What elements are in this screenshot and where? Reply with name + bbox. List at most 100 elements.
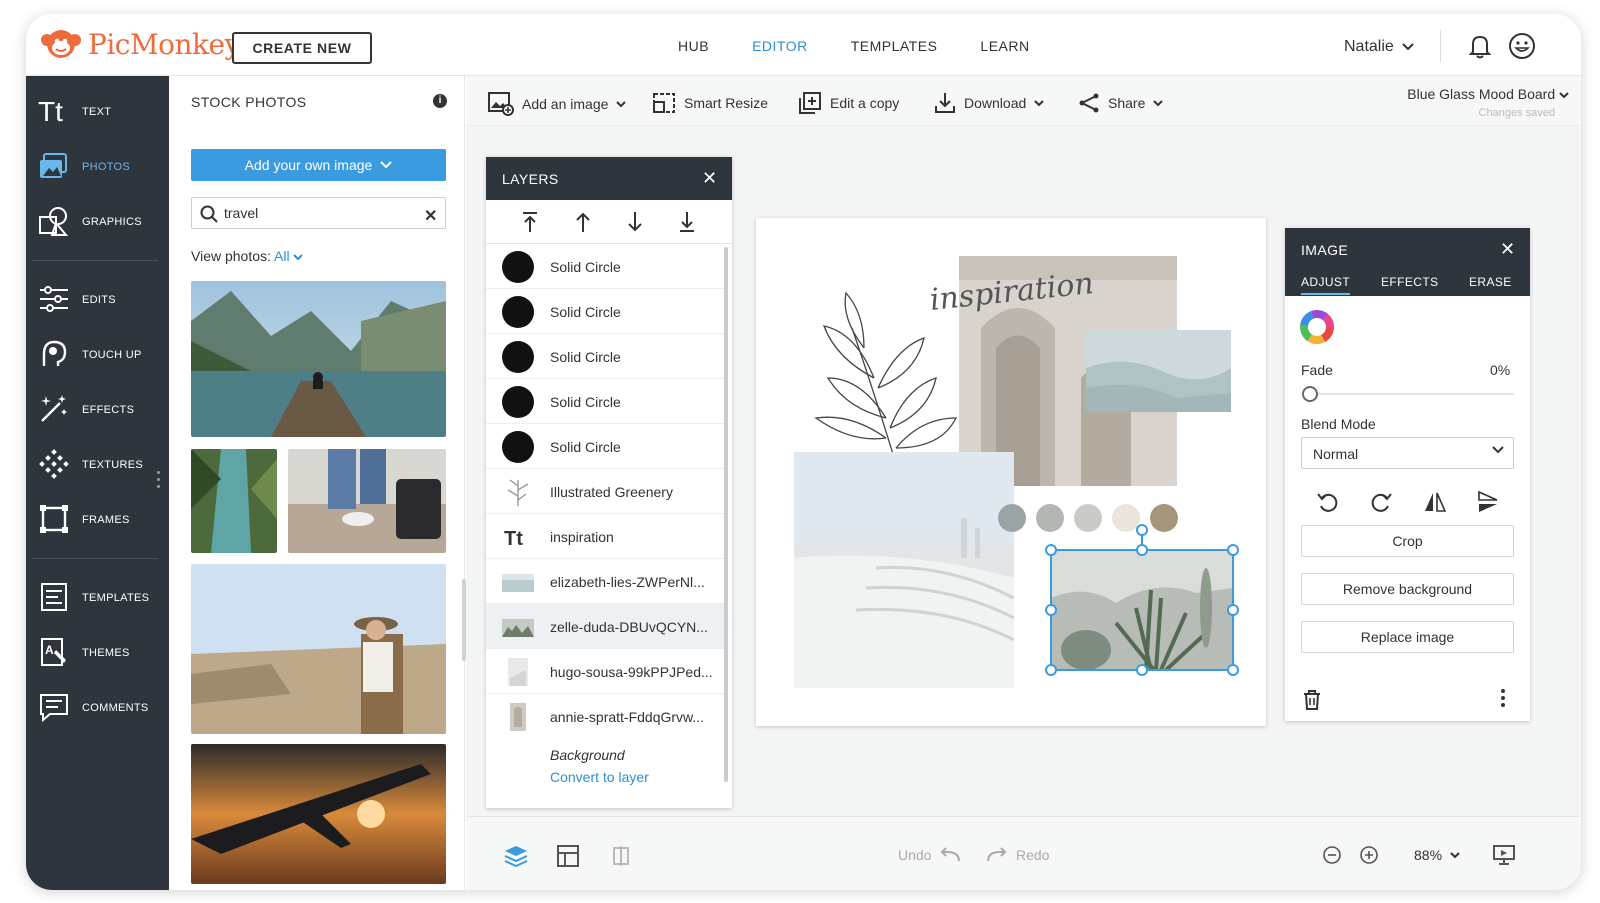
rail-item-edits[interactable]: EDITS xyxy=(26,275,169,325)
color-swatches[interactable] xyxy=(998,504,1178,532)
layer-row[interactable]: Solid Circle xyxy=(486,334,724,379)
download-button[interactable]: Download xyxy=(934,92,1044,114)
layer-row[interactable]: Illustrated Greenery xyxy=(486,469,724,514)
rotate-left-icon[interactable] xyxy=(1316,490,1340,514)
close-icon[interactable]: ✕ xyxy=(702,168,717,189)
add-own-label: Add your own image xyxy=(244,157,373,173)
undo-button[interactable]: Undo xyxy=(898,847,961,863)
smart-resize-button[interactable]: Smart Resize xyxy=(652,92,768,114)
design-canvas[interactable]: inspiration xyxy=(756,218,1266,726)
edit-copy-button[interactable]: Edit a copy xyxy=(798,92,899,114)
user-menu[interactable]: Natalie xyxy=(1344,38,1414,56)
grid-layout-icon[interactable] xyxy=(557,845,579,867)
layer-row-selected[interactable]: zelle-duda-DBUvQCYN... xyxy=(486,604,724,649)
replace-image-button[interactable]: Replace image xyxy=(1301,621,1514,653)
rail-item-frames[interactable]: FRAMES xyxy=(26,495,169,545)
zoom-level-dropdown[interactable]: 88% xyxy=(1414,847,1460,863)
color-swatch[interactable] xyxy=(1150,504,1178,532)
flip-horizontal-icon[interactable] xyxy=(1423,490,1447,514)
zoom-in-icon[interactable] xyxy=(1360,846,1378,864)
trash-icon[interactable] xyxy=(1303,690,1321,710)
stock-photo-luggage[interactable] xyxy=(288,449,446,553)
flip-vertical-icon[interactable] xyxy=(1476,490,1500,514)
info-icon[interactable]: i xyxy=(433,94,447,108)
stock-photo-river[interactable] xyxy=(191,449,277,553)
rail-item-themes[interactable]: A THEMES xyxy=(26,628,169,678)
rail-label-effects: EFFECTS xyxy=(82,404,135,416)
convert-to-layer-link[interactable]: Convert to layer xyxy=(550,769,649,785)
bell-icon[interactable] xyxy=(1466,32,1494,60)
bring-to-front-icon[interactable] xyxy=(522,211,538,233)
redo-button[interactable]: Redo xyxy=(986,847,1049,863)
split-view-icon[interactable] xyxy=(612,845,630,867)
clear-search-icon[interactable]: ✕ xyxy=(424,206,437,226)
stock-photo-lake[interactable] xyxy=(191,281,446,437)
crop-button[interactable]: Crop xyxy=(1301,525,1514,557)
cactus-photo[interactable] xyxy=(1051,550,1233,672)
amphitheater-photo[interactable] xyxy=(794,452,1015,688)
add-image-button[interactable]: Add an image xyxy=(488,92,627,116)
zoom-out-icon[interactable] xyxy=(1323,846,1341,864)
view-photos-dropdown[interactable]: All xyxy=(274,248,304,264)
account-smiley-icon[interactable] xyxy=(1508,32,1536,60)
nav-editor[interactable]: EDITOR xyxy=(752,38,808,54)
nav-learn[interactable]: LEARN xyxy=(980,38,1029,54)
rail-resize-handle[interactable] xyxy=(157,471,160,492)
rotate-right-icon[interactable] xyxy=(1369,490,1393,514)
rail-item-comments[interactable]: COMMENTS xyxy=(26,683,169,733)
layer-row[interactable]: Solid Circle xyxy=(486,424,724,469)
rail-item-touch-up[interactable]: TOUCH UP xyxy=(26,330,169,380)
greenery-thumbnail xyxy=(507,479,529,506)
layer-row[interactable]: annie-spratt-FddqGrvw... xyxy=(486,694,724,739)
rail-item-graphics[interactable]: GRAPHICS xyxy=(26,197,169,247)
tab-effects[interactable]: EFFECTS xyxy=(1381,275,1438,289)
color-wheel-icon[interactable] xyxy=(1300,310,1334,344)
layer-row[interactable]: elizabeth-lies-ZWPerNl... xyxy=(486,559,724,604)
rail-item-templates[interactable]: TEMPLATES xyxy=(26,573,169,623)
image-panel-header: IMAGE ✕ ADJUST EFFECTS ERASE xyxy=(1285,228,1530,296)
rail-item-textures[interactable]: TEXTURES xyxy=(26,440,169,490)
layers-scrollbar[interactable] xyxy=(724,247,728,782)
color-swatch[interactable] xyxy=(1036,504,1064,532)
fade-slider-handle[interactable] xyxy=(1302,386,1318,402)
move-up-icon[interactable] xyxy=(575,211,591,233)
move-down-icon[interactable] xyxy=(627,211,643,233)
more-options-icon[interactable] xyxy=(1501,689,1505,710)
layer-row[interactable]: hugo-sousa-99kPPJPed... xyxy=(486,649,724,694)
color-swatch[interactable] xyxy=(1074,504,1102,532)
remove-background-button[interactable]: Remove background xyxy=(1301,573,1514,605)
rail-label-comments: COMMENTS xyxy=(82,702,149,714)
send-to-back-icon[interactable] xyxy=(679,211,695,233)
rail-label-textures: TEXTURES xyxy=(82,459,144,471)
tab-erase[interactable]: ERASE xyxy=(1469,275,1512,289)
layer-row[interactable]: Solid Circle xyxy=(486,379,724,424)
stock-photo-traveler[interactable] xyxy=(191,564,446,734)
color-swatch[interactable] xyxy=(998,504,1026,532)
present-fullscreen-icon[interactable] xyxy=(1493,845,1515,865)
fade-slider-track[interactable] xyxy=(1309,393,1514,395)
close-icon[interactable]: ✕ xyxy=(1500,239,1515,260)
nav-templates[interactable]: TEMPLATES xyxy=(851,38,938,54)
rail-item-text[interactable]: Tt TEXT xyxy=(26,87,169,137)
share-button[interactable]: Share xyxy=(1078,92,1164,114)
layer-row[interactable]: Solid Circle xyxy=(486,244,724,289)
create-new-button[interactable]: CREATE NEW xyxy=(232,32,372,64)
layers-icon[interactable] xyxy=(504,845,528,867)
search-input[interactable] xyxy=(224,205,414,221)
picmonkey-logo[interactable]: PicMonkey xyxy=(38,26,240,62)
tab-adjust[interactable]: ADJUST xyxy=(1301,275,1351,295)
rail-item-effects[interactable]: EFFECTS xyxy=(26,385,169,435)
image-properties-panel: IMAGE ✕ ADJUST EFFECTS ERASE Fade 0% Ble… xyxy=(1285,228,1530,721)
illustrated-greenery[interactable] xyxy=(814,291,958,481)
chevron-down-icon xyxy=(1034,99,1044,106)
layer-row[interactable]: Tt inspiration xyxy=(486,514,724,559)
rail-item-photos[interactable]: PHOTOS xyxy=(26,142,169,192)
blend-mode-select[interactable]: Normal xyxy=(1301,437,1514,469)
layer-row[interactable]: Solid Circle xyxy=(486,289,724,334)
sea-photo[interactable] xyxy=(1086,330,1231,412)
add-own-image-button[interactable]: Add your own image xyxy=(191,149,446,181)
document-title[interactable]: Blue Glass Mood Board Changes saved xyxy=(1407,86,1569,119)
nav-hub[interactable]: HUB xyxy=(678,38,709,54)
color-swatch[interactable] xyxy=(1112,504,1140,532)
stock-photo-airplane[interactable] xyxy=(191,744,446,884)
